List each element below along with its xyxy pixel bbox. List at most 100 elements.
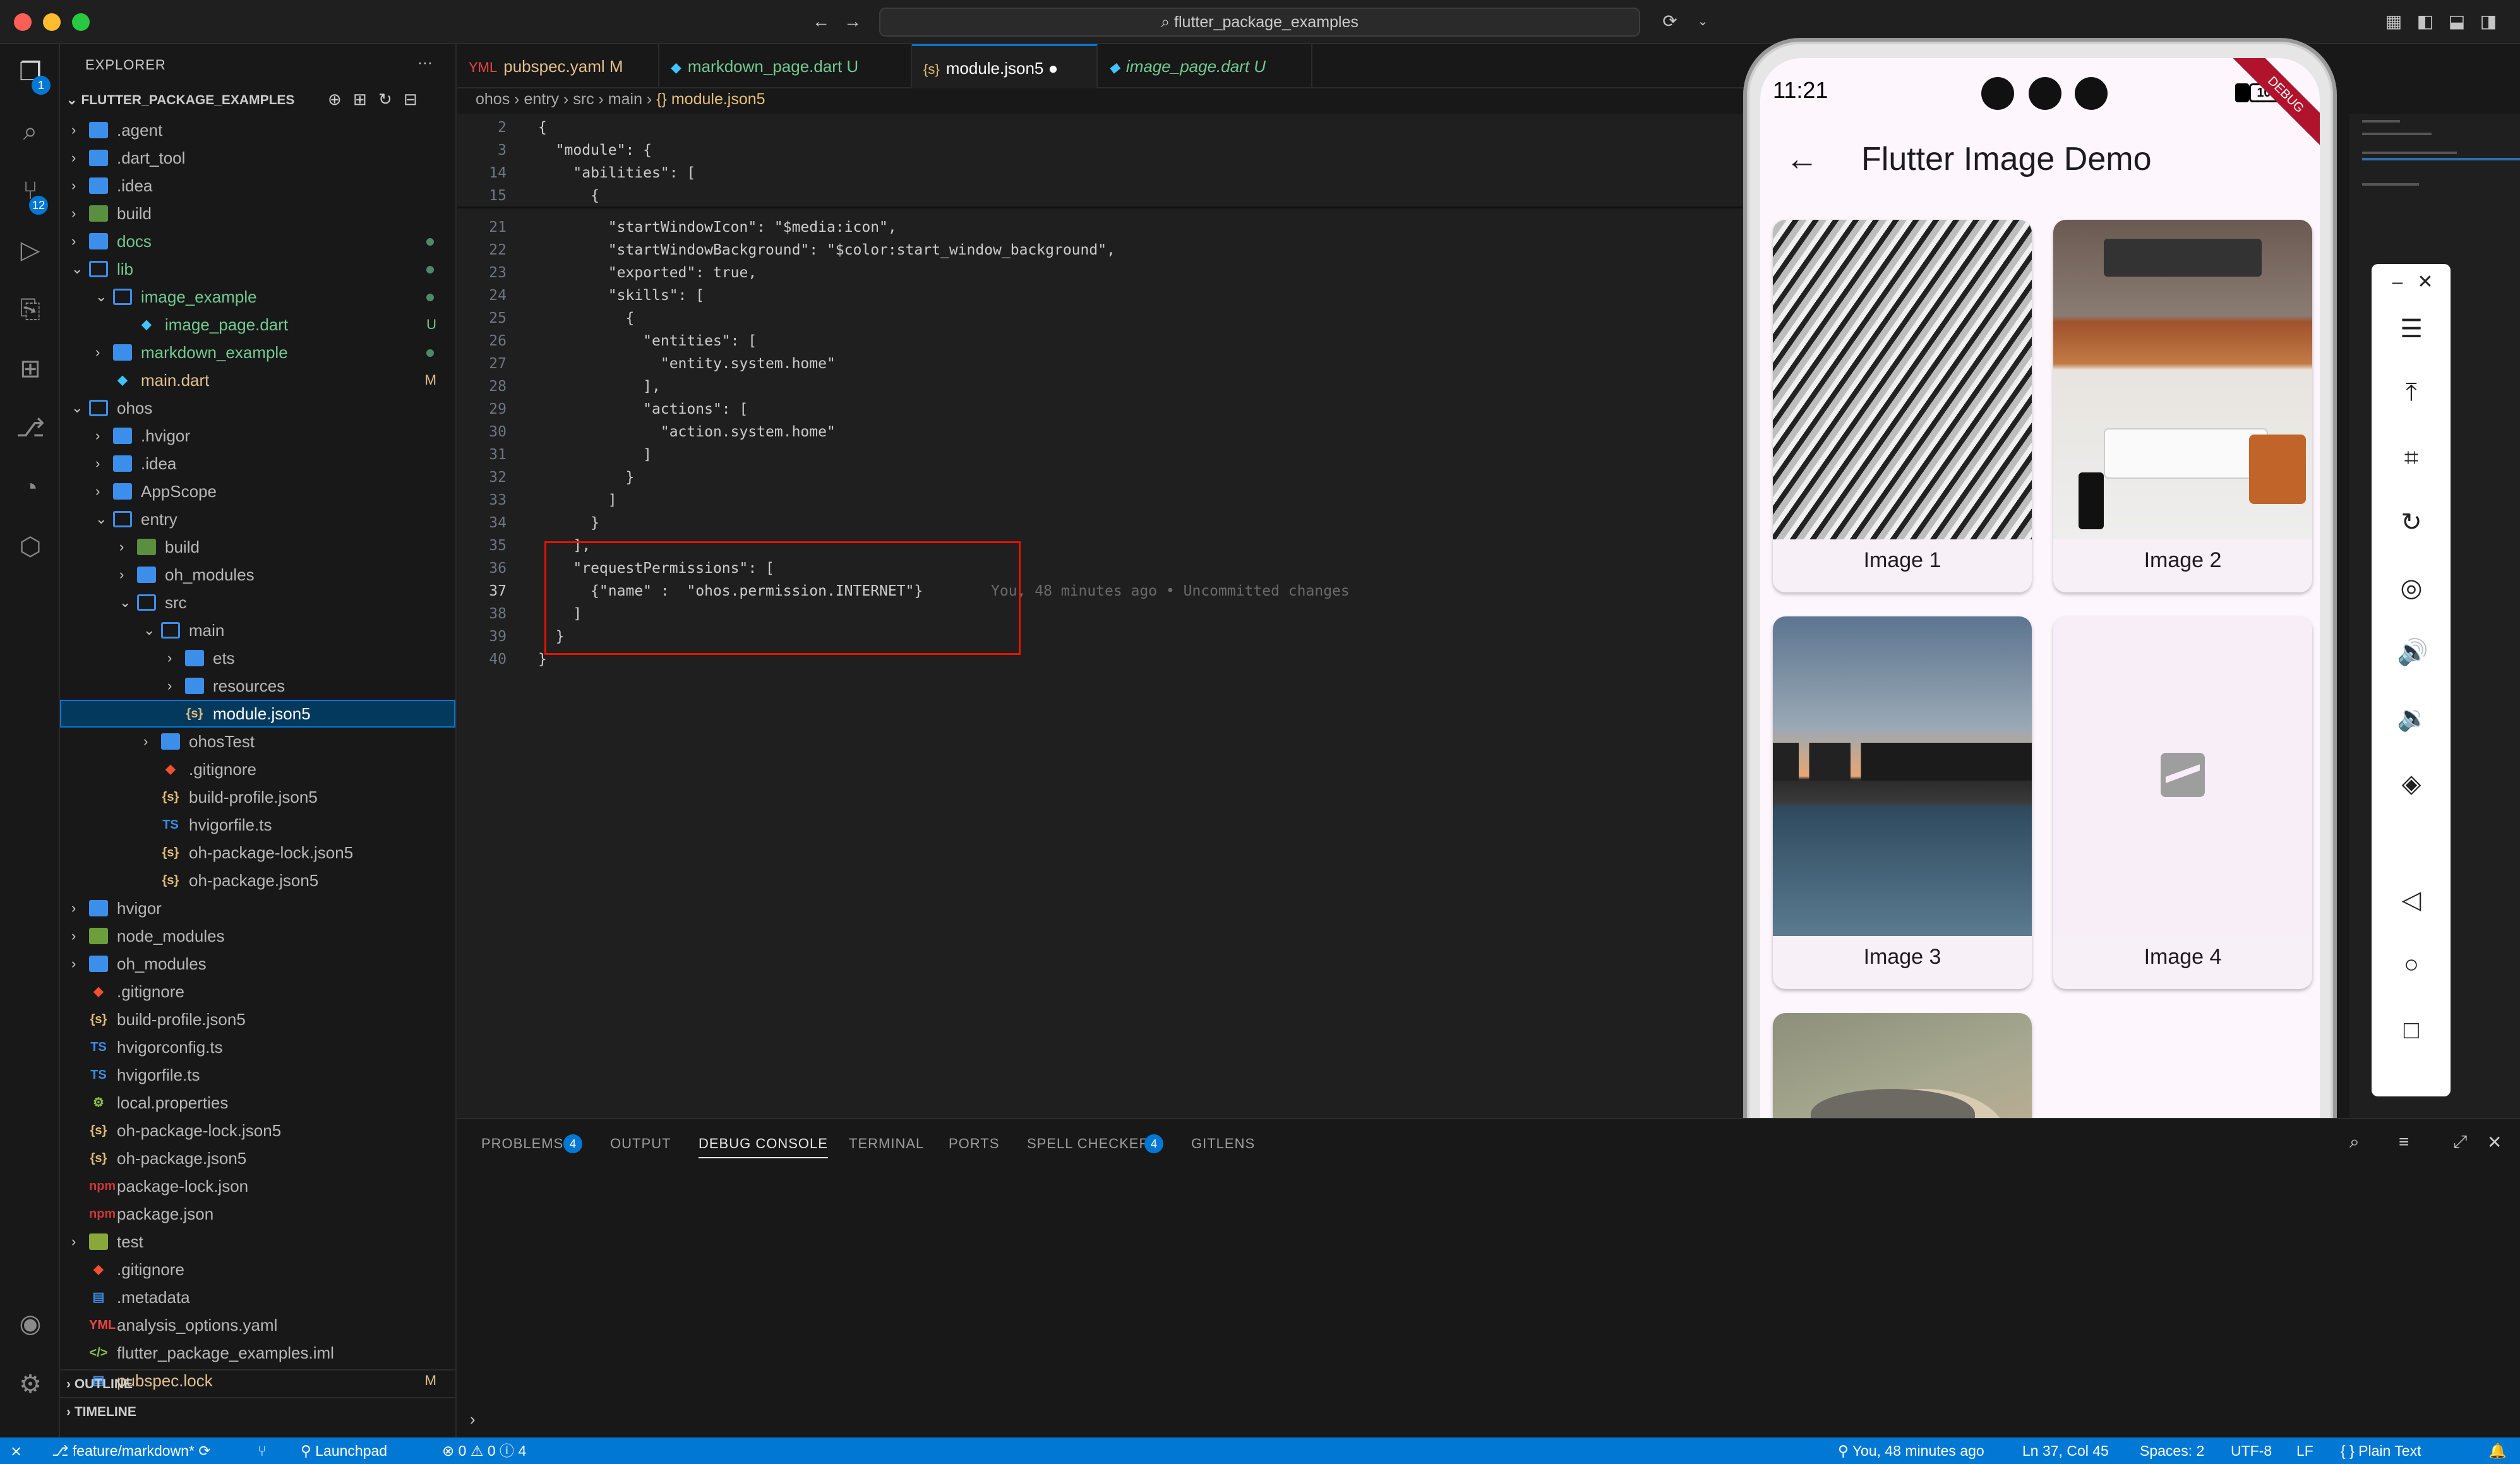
- tree-item[interactable]: npm package-lock.json: [60, 1172, 455, 1200]
- remote-explorer-icon[interactable]: ⎘: [14, 293, 47, 326]
- tree-item[interactable]: </> flutter_package_examples.iml: [60, 1339, 455, 1367]
- nav-recents-icon[interactable]: □: [2397, 1016, 2426, 1045]
- indentation[interactable]: Spaces: 2: [2140, 1437, 2204, 1464]
- breadcrumb-item[interactable]: main: [608, 90, 642, 108]
- remote-indicator-icon[interactable]: ⨯: [10, 1437, 22, 1464]
- tree-item[interactable]: ◆ image_page.dart U: [60, 311, 455, 339]
- secondary-sidebar-icon[interactable]: ◨: [2478, 11, 2499, 32]
- tree-item[interactable]: {s} oh-package.json5: [60, 1144, 455, 1172]
- launchpad-item[interactable]: ⚲ Launchpad: [301, 1437, 387, 1464]
- cursor-position[interactable]: Ln 37, Col 45: [2022, 1437, 2109, 1464]
- menu-icon[interactable]: ☰: [2397, 315, 2426, 344]
- tree-item[interactable]: npm package.json: [60, 1200, 455, 1228]
- breadcrumb-item[interactable]: ohos: [476, 90, 510, 108]
- tab-ports[interactable]: PORTS: [949, 1136, 999, 1152]
- tree-item[interactable]: TS hvigorfile.ts: [60, 811, 455, 839]
- tree-item[interactable]: › docs: [60, 227, 455, 255]
- filter-icon[interactable]: ⌕: [2349, 1132, 2360, 1153]
- back-arrow-icon[interactable]: ←: [1785, 140, 1818, 178]
- breadcrumb-item[interactable]: entry: [524, 90, 559, 108]
- tree-item[interactable]: › AppScope: [60, 477, 455, 505]
- problems-indicator[interactable]: ⊗ 0 ⚠ 0 ⓘ 4: [442, 1437, 526, 1464]
- tab-output[interactable]: OUTPUT: [610, 1136, 671, 1152]
- fold-icon[interactable]: ◈: [2397, 769, 2426, 798]
- tab-pubspec-yaml[interactable]: YML pubspec.yaml M: [457, 44, 659, 88]
- extensions-icon[interactable]: ⊞: [14, 352, 47, 385]
- nav-back-icon[interactable]: ◁: [2397, 885, 2426, 915]
- tree-item[interactable]: › oh_modules: [60, 950, 455, 978]
- tab-markdown-page-dart[interactable]: ◆ markdown_page.dart U: [659, 44, 912, 88]
- volume-down-icon[interactable]: 🔉: [2397, 704, 2428, 733]
- tree-item[interactable]: › .idea: [60, 450, 455, 477]
- notifications-icon[interactable]: 🔔: [2488, 1437, 2507, 1464]
- copilot-icon[interactable]: ⟳: [1660, 11, 1680, 32]
- branch-indicator[interactable]: ⎇ feature/markdown* ⟳: [52, 1437, 211, 1464]
- tree-item[interactable]: › ohosTest: [60, 728, 455, 755]
- tree-item[interactable]: › build: [60, 200, 455, 227]
- collapse-all-icon[interactable]: ⊟: [404, 90, 417, 109]
- close-window-button[interactable]: [14, 13, 32, 31]
- encoding[interactable]: UTF-8: [2231, 1437, 2272, 1464]
- chevron-down-icon[interactable]: ⌄: [1693, 11, 1713, 32]
- image-card[interactable]: Image 4: [2053, 616, 2312, 989]
- language-mode[interactable]: { } Plain Text: [2341, 1437, 2421, 1464]
- tree-item[interactable]: › test: [60, 1228, 455, 1256]
- tree-item[interactable]: ⌄ lib: [60, 255, 455, 283]
- tree-item[interactable]: {s} oh-package-lock.json5: [60, 839, 455, 867]
- tree-item[interactable]: ⌄ src: [60, 589, 455, 616]
- tab-terminal[interactable]: TERMINAL: [849, 1136, 924, 1152]
- tree-item[interactable]: › oh_modules: [60, 561, 455, 589]
- timeline-section[interactable]: › TIMELINE: [60, 1397, 455, 1425]
- outline-section[interactable]: › OUTLINE: [60, 1369, 455, 1397]
- end-of-line[interactable]: LF: [2296, 1437, 2313, 1464]
- tree-item[interactable]: ⌄ entry: [60, 505, 455, 533]
- tree-item[interactable]: YML analysis_options.yaml: [60, 1311, 455, 1339]
- tree-item[interactable]: {s} build-profile.json5: [60, 783, 455, 811]
- more-actions-icon[interactable]: ···: [417, 54, 433, 72]
- tree-item[interactable]: › resources: [60, 672, 455, 700]
- maximize-panel-icon[interactable]: ⤢: [2453, 1132, 2467, 1153]
- tree-item[interactable]: › hvigor: [60, 894, 455, 922]
- tree-item[interactable]: ▤ .metadata: [60, 1283, 455, 1311]
- tree-item[interactable]: › ets: [60, 644, 455, 672]
- tree-item[interactable]: › .agent: [60, 116, 455, 144]
- tree-item[interactable]: ⌄ ohos: [60, 394, 455, 422]
- tree-item[interactable]: {s} module.json5: [60, 700, 455, 728]
- tree-item[interactable]: {s} build-profile.json5: [60, 1005, 455, 1033]
- tree-item[interactable]: › .hvigor: [60, 422, 455, 450]
- tree-item[interactable]: ◆ .gitignore: [60, 755, 455, 783]
- tree-item[interactable]: TS hvigorconfig.ts: [60, 1033, 455, 1061]
- blame-indicator[interactable]: ⚲ You, 48 minutes ago: [1838, 1437, 1984, 1464]
- minimize-icon[interactable]: –: [2383, 268, 2412, 297]
- run-debug-icon[interactable]: ▷: [14, 234, 47, 267]
- pin-off-icon[interactable]: ⤒: [2397, 378, 2426, 407]
- zoom-window-button[interactable]: [72, 13, 90, 31]
- refresh-icon[interactable]: ↻: [378, 90, 392, 109]
- sidebar-toggle-icon[interactable]: ◧: [2415, 11, 2435, 32]
- packages-icon[interactable]: ⬡: [14, 531, 47, 563]
- tree-item[interactable]: › .idea: [60, 172, 455, 200]
- image-card[interactable]: Image 3: [1773, 616, 2032, 989]
- volume-up-icon[interactable]: 🔊: [2397, 638, 2428, 667]
- minimize-window-button[interactable]: [43, 13, 61, 31]
- gitlens-icon[interactable]: ⎇: [14, 412, 47, 445]
- panel-toggle-icon[interactable]: ⬓: [2447, 11, 2467, 32]
- breadcrumb-item[interactable]: src: [573, 90, 594, 108]
- tree-item[interactable]: ⌄ main: [60, 616, 455, 644]
- gear-icon[interactable]: ⚙: [14, 1368, 47, 1401]
- tree-item[interactable]: ◆ main.dart M: [60, 366, 455, 394]
- new-folder-icon[interactable]: ⊞: [353, 90, 367, 109]
- console-prompt[interactable]: ›: [470, 1410, 476, 1429]
- tree-item[interactable]: {s} oh-package-lock.json5: [60, 1117, 455, 1144]
- image-card[interactable]: Image 2: [2053, 220, 2312, 592]
- location-icon[interactable]: ◎: [2397, 573, 2426, 603]
- breadcrumb-item[interactable]: {} module.json5: [656, 90, 765, 108]
- tab-module-json5[interactable]: {s} module.json5 ●: [912, 44, 1098, 88]
- tree-item[interactable]: ◆ .gitignore: [60, 978, 455, 1005]
- command-center-search[interactable]: ⌕ flutter_package_examples: [879, 8, 1640, 37]
- close-panel-icon[interactable]: ✕: [2487, 1132, 2502, 1153]
- nav-home-icon[interactable]: ○: [2397, 950, 2426, 979]
- new-file-icon[interactable]: ⊕: [328, 90, 342, 109]
- tab-image-page-dart[interactable]: ◆ image_page.dart U: [1098, 44, 1312, 88]
- git-graph-icon[interactable]: ◔: [14, 471, 47, 504]
